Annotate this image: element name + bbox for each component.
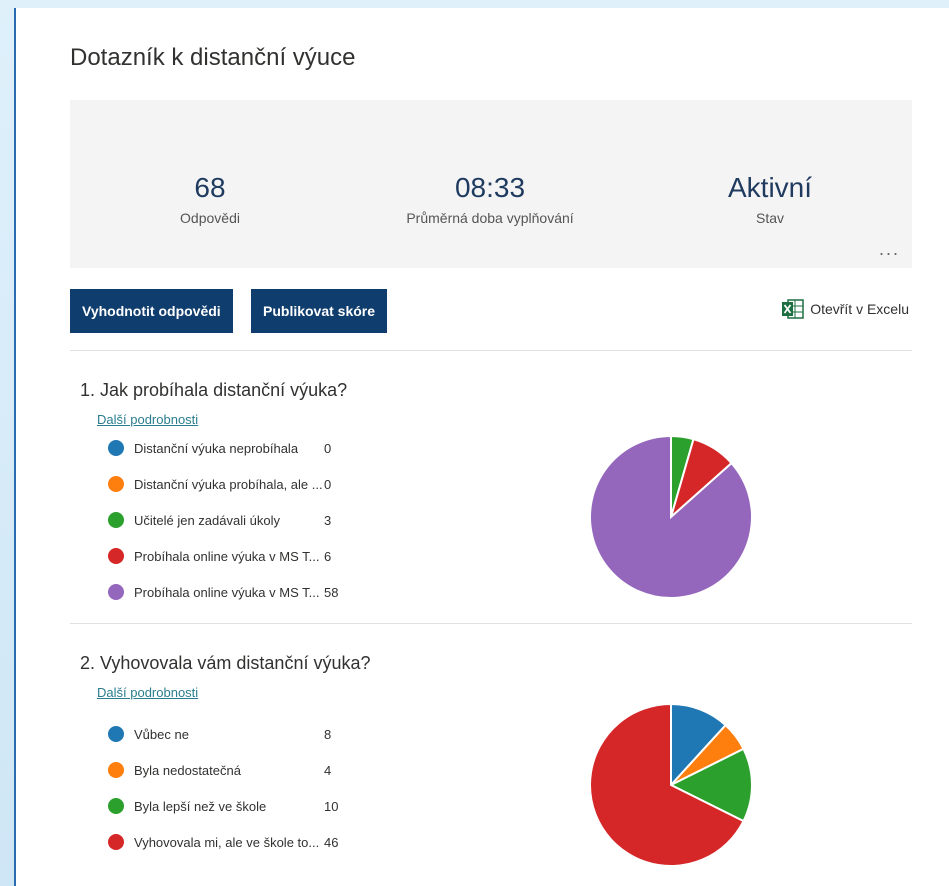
question-1-details-link[interactable]: Další podrobnosti [97, 412, 198, 427]
legend-count: 8 [324, 726, 332, 742]
legend-item: Probíhala online výuka v MS T... 58 [108, 574, 364, 610]
legend-count: 6 [324, 548, 332, 564]
legend-swatch [108, 834, 124, 850]
legend-count: 46 [324, 834, 339, 850]
stat-status-value: Aktivní [727, 172, 813, 203]
legend-swatch [108, 548, 124, 564]
legend-item: Distanční výuka probíhala, ale ... 0 [108, 466, 364, 502]
legend-count: 4 [324, 762, 332, 778]
legend-swatch [108, 762, 124, 778]
legend-item: Byla nedostatečná 4 [108, 752, 364, 788]
legend-swatch [108, 798, 124, 814]
legend-swatch [108, 512, 124, 528]
question-2-title: 2. Vyhovovala vám distanční výuka? [80, 653, 371, 673]
summary-panel: 68 Odpovědi 08:33 Průměrná doba vyplňová… [70, 100, 912, 268]
open-in-excel-button[interactable]: Otevřít v Excelu [782, 299, 909, 319]
stat-responses-label: Odpovědi [180, 210, 240, 226]
legend-label: Probíhala online výuka v MS T... [134, 584, 320, 600]
stat-avg-time-label: Průměrná doba vyplňování [406, 210, 574, 226]
legend-label: Distanční výuka neprobíhala [134, 440, 299, 456]
review-answers-button[interactable]: Vyhodnotit odpovědi [70, 289, 233, 333]
legend-item: Distanční výuka neprobíhala 0 [108, 430, 364, 466]
question-2-legend: Vůbec ne 8 Byla nedostatečná 4 Byla lepší ne… [108, 716, 364, 860]
stat-responses-value: 68 [194, 172, 226, 203]
excel-icon [782, 299, 804, 319]
legend-item: Učitelé jen zadávali úkoly 3 [108, 502, 364, 538]
legend-count: 3 [324, 512, 332, 528]
open-in-excel-label: Otevřít v Excelu [810, 301, 909, 317]
form-results-page: Dotazník k distanční výuce 68 Odpovědi 0… [14, 8, 949, 886]
legend-count: 0 [324, 476, 332, 492]
legend-count: 0 [324, 440, 332, 456]
legend-item: Byla lepší než ve škole 10 [108, 788, 364, 824]
legend-label: Byla lepší než ve škole [134, 798, 267, 814]
legend-swatch [108, 440, 124, 456]
stat-responses: 68 Odpovědi [90, 172, 330, 226]
question-2-details-link[interactable]: Další podrobnosti [97, 685, 198, 700]
legend-label: Vůbec ne [134, 726, 189, 742]
stat-avg-time: 08:33 Průměrná doba vyplňování [370, 172, 610, 226]
legend-swatch [108, 476, 124, 492]
legend-item: Probíhala online výuka v MS T... 6 [108, 538, 364, 574]
form-title: Dotazník k distanční výuce [70, 44, 356, 71]
publish-scores-button[interactable]: Publikovat skóre [251, 289, 388, 333]
divider [70, 623, 912, 624]
legend-item: Vůbec ne 8 [108, 716, 364, 752]
legend-label: Byla nedostatečná [134, 762, 241, 778]
question-1-title: 1. Jak probíhala distanční výuka? [80, 380, 348, 400]
question-2-pie-chart [589, 702, 753, 867]
legend-swatch [108, 584, 124, 600]
legend-count: 10 [324, 798, 339, 814]
legend-count: 58 [324, 584, 339, 600]
stat-avg-time-value: 08:33 [454, 172, 526, 203]
legend-label: Distanční výuka probíhala, ale ... [134, 476, 323, 492]
stat-status: Aktivní Stav [650, 172, 890, 226]
stat-status-label: Stav [755, 210, 784, 226]
legend-label: Vyhovovala mi, ale ve škole to... [134, 834, 320, 850]
divider [70, 350, 912, 351]
question-1-legend: Distanční výuka neprobíhala 0 Distanční vý… [108, 430, 364, 610]
legend-label: Učitelé jen zadávali úkoly [134, 512, 280, 528]
legend-label: Probíhala online výuka v MS T... [134, 548, 320, 564]
legend-swatch [108, 726, 124, 742]
legend-item: Vyhovovala mi, ale ve škole to... 46 [108, 824, 364, 860]
more-options-icon[interactable]: ... [879, 239, 900, 260]
question-1-pie-chart [589, 434, 753, 599]
